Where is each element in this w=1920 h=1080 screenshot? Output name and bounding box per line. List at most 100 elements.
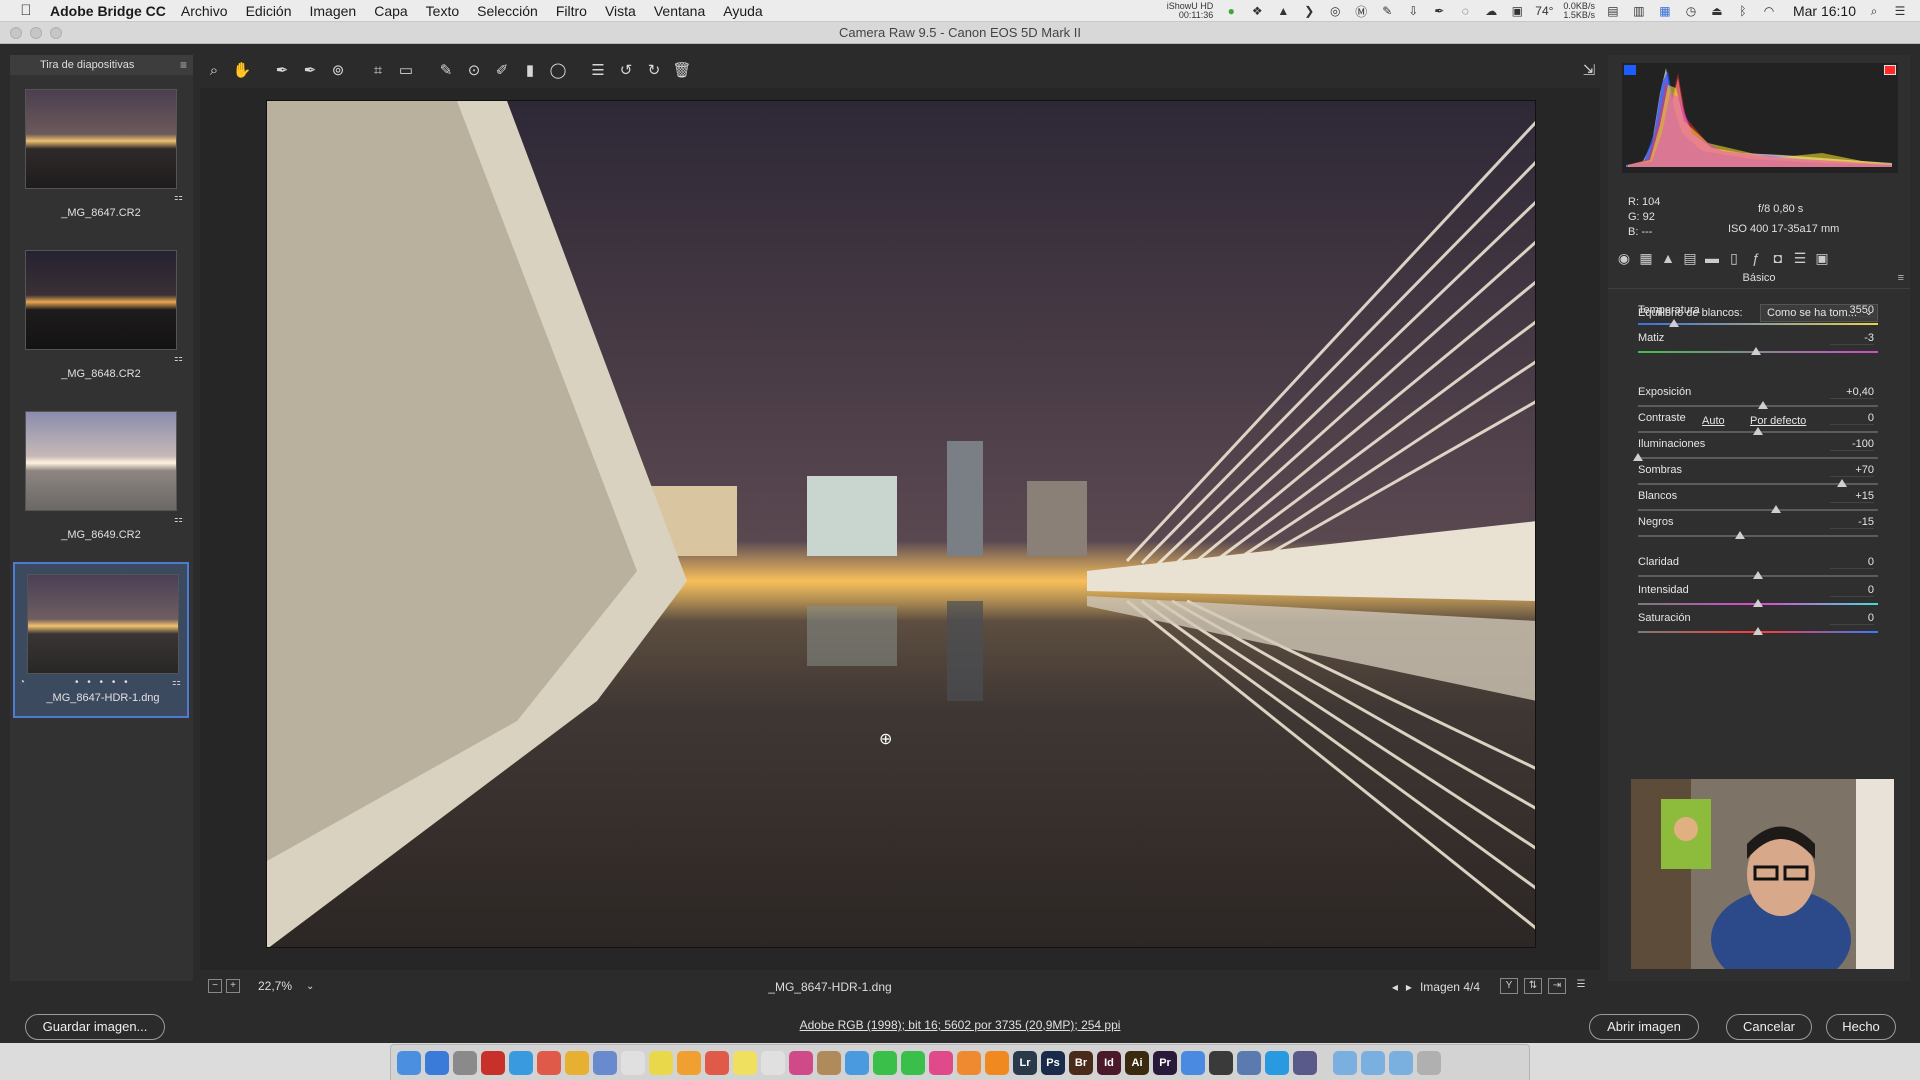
camera-calibration-tab-icon[interactable]: ◘ <box>1770 250 1786 266</box>
dock-other-icon[interactable] <box>1209 1050 1233 1075</box>
menu-clock[interactable]: Mar 16:10 <box>1793 3 1856 19</box>
slider-value-input[interactable]: -15 <box>1830 516 1874 529</box>
basic-tab-icon[interactable]: ◉ <box>1616 250 1632 267</box>
dropbox-icon[interactable]: ❖ <box>1249 4 1265 18</box>
dock-stickies-icon[interactable] <box>733 1050 757 1075</box>
dock-ibooks-icon[interactable] <box>957 1050 981 1075</box>
slider-handle[interactable] <box>1633 453 1643 461</box>
split-toning-tab-icon[interactable]: ▬ <box>1704 250 1720 266</box>
slider-value-input[interactable]: +0,40 <box>1830 386 1874 399</box>
memory-icon[interactable]: ▥ <box>1631 4 1647 18</box>
record-icon[interactable]: ● <box>1223 4 1239 18</box>
slider-value-input[interactable]: 3550 <box>1830 304 1874 317</box>
dock-folder-icon[interactable] <box>1389 1050 1413 1075</box>
next-image-icon[interactable]: ▸ <box>1406 980 1412 994</box>
adjustment-brush-tool-icon[interactable]: ✐ <box>491 59 513 81</box>
menu-capa[interactable]: Capa <box>374 3 407 19</box>
stylus-icon[interactable]: ✒ <box>1431 4 1447 18</box>
image-preview-area[interactable]: ⊕ <box>200 88 1600 970</box>
graduated-filter-tool-icon[interactable]: ▮ <box>519 59 541 81</box>
straighten-tool-icon[interactable]: ▭ <box>395 59 417 81</box>
spot-removal-tool-icon[interactable]: ✎ <box>435 59 457 81</box>
dock-app-store-icon[interactable] <box>425 1050 449 1075</box>
detail-tab-icon[interactable]: ▲ <box>1660 250 1676 266</box>
menu-imagen[interactable]: Imagen <box>310 3 357 19</box>
dock-mail-icon[interactable] <box>845 1050 869 1075</box>
dock-chrome-icon[interactable] <box>565 1050 589 1075</box>
dock-notes-icon[interactable] <box>649 1050 673 1075</box>
dock-bridge-icon[interactable]: Br <box>1069 1050 1093 1075</box>
dock-lightroom-icon[interactable]: Lr <box>1013 1050 1037 1075</box>
preview-photo[interactable]: ⊕ <box>266 100 1536 948</box>
dock-textedit-icon[interactable] <box>621 1050 645 1075</box>
cc-icon[interactable]: ◎ <box>1327 4 1343 18</box>
dock-vlc-icon[interactable] <box>985 1050 1009 1075</box>
dock-calendar-icon[interactable] <box>537 1050 561 1075</box>
targeted-adjustment-tool-icon[interactable]: ⊚ <box>327 59 349 81</box>
panel-menu-icon[interactable]: ≡ <box>1898 272 1904 284</box>
close-window-button[interactable] <box>10 27 22 39</box>
slider-value-input[interactable]: +15 <box>1830 490 1874 503</box>
rotate-left-icon[interactable]: ↺ <box>615 59 637 81</box>
cpu-graph-icon[interactable]: ▦ <box>1657 4 1673 18</box>
rating-dots[interactable]: • • • • • <box>75 677 131 688</box>
menu-ventana[interactable]: Ventana <box>654 3 705 19</box>
minimize-window-button[interactable] <box>30 27 42 39</box>
dock-premiere-icon[interactable]: Pr <box>1153 1050 1177 1075</box>
hand-tool-icon[interactable]: ✋ <box>231 59 253 81</box>
dock-preview-icon[interactable] <box>593 1050 617 1075</box>
slider-handle[interactable] <box>1669 319 1679 327</box>
previous-image-icon[interactable]: ◂ <box>1392 980 1398 994</box>
slider-handle[interactable] <box>1771 505 1781 513</box>
menu-archivo[interactable]: Archivo <box>181 3 228 19</box>
slider-value-input[interactable]: -3 <box>1830 332 1874 345</box>
dock-calendar-icon[interactable] <box>705 1050 729 1075</box>
download-icon[interactable]: ⇩ <box>1405 4 1421 18</box>
effects-tab-icon[interactable]: ƒ <box>1748 250 1764 266</box>
dock-folder-icon[interactable] <box>1333 1050 1357 1075</box>
done-button[interactable]: Hecho <box>1826 1014 1896 1040</box>
dock-finder-icon[interactable] <box>397 1050 421 1075</box>
dock-other-icon[interactable] <box>1237 1050 1261 1075</box>
bluetooth-icon[interactable]: ᛒ <box>1735 4 1751 18</box>
preferences-icon[interactable]: ☰ <box>587 59 609 81</box>
slider-track[interactable] <box>1638 535 1878 537</box>
slider-handle[interactable] <box>1750 347 1761 355</box>
temperature-readout[interactable]: 74° <box>1535 4 1553 18</box>
red-eye-tool-icon[interactable]: ⊙ <box>463 59 485 81</box>
circle-icon[interactable]: ◌ <box>1457 4 1473 18</box>
auto-button[interactable]: Auto <box>1702 415 1725 427</box>
zoom-window-button[interactable] <box>50 27 62 39</box>
notification-center-icon[interactable]: ☰ <box>1892 4 1908 18</box>
m-icon[interactable]: Ⓜ <box>1353 4 1369 19</box>
dock-photoshop-icon[interactable]: Ps <box>1041 1050 1065 1075</box>
dock-itunes-icon[interactable] <box>929 1050 953 1075</box>
slider-track[interactable] <box>1638 509 1878 511</box>
grid-icon[interactable]: ▤ <box>1605 4 1621 18</box>
tool-icon[interactable]: ✎ <box>1379 4 1395 18</box>
slider-value-input[interactable]: 0 <box>1830 412 1874 425</box>
dock-folder-icon[interactable] <box>1361 1050 1385 1075</box>
copy-settings-icon[interactable]: ⇥ <box>1548 978 1566 994</box>
color-sampler-tool-icon[interactable]: ✒ <box>299 59 321 81</box>
slider-value-input[interactable]: 0 <box>1830 556 1874 569</box>
tone-curve-tab-icon[interactable]: ▦ <box>1638 250 1654 267</box>
showhd-status[interactable]: iShowU HD 00:11:36 <box>1167 2 1214 20</box>
drive-icon[interactable]: ▲ <box>1275 4 1291 18</box>
slider-value-input[interactable]: +70 <box>1830 464 1874 477</box>
zoom-tool-icon[interactable]: ⌕ <box>203 59 225 81</box>
dock-messages-icon[interactable] <box>901 1050 925 1075</box>
dock-contacts-icon[interactable] <box>817 1050 841 1075</box>
slider-value-input[interactable]: -100 <box>1830 438 1874 451</box>
filmstrip-item[interactable]: ⚏ _MG_8649.CR2 <box>13 401 189 557</box>
apple-menu-icon[interactable]:  <box>12 2 40 19</box>
hsl-tab-icon[interactable]: ▤ <box>1682 250 1698 267</box>
dock-photos-icon[interactable] <box>789 1050 813 1075</box>
app-name-menu[interactable]: Adobe Bridge CC <box>50 3 166 19</box>
arrow-icon[interactable]: ❯ <box>1301 4 1317 18</box>
slider-value-input[interactable]: 0 <box>1830 612 1874 625</box>
view-settings-icon[interactable]: ☰ <box>1572 978 1590 994</box>
menu-ayuda[interactable]: Ayuda <box>723 3 762 19</box>
dock-filezilla-icon[interactable] <box>481 1050 505 1075</box>
slider-value-input[interactable]: 0 <box>1830 584 1874 597</box>
